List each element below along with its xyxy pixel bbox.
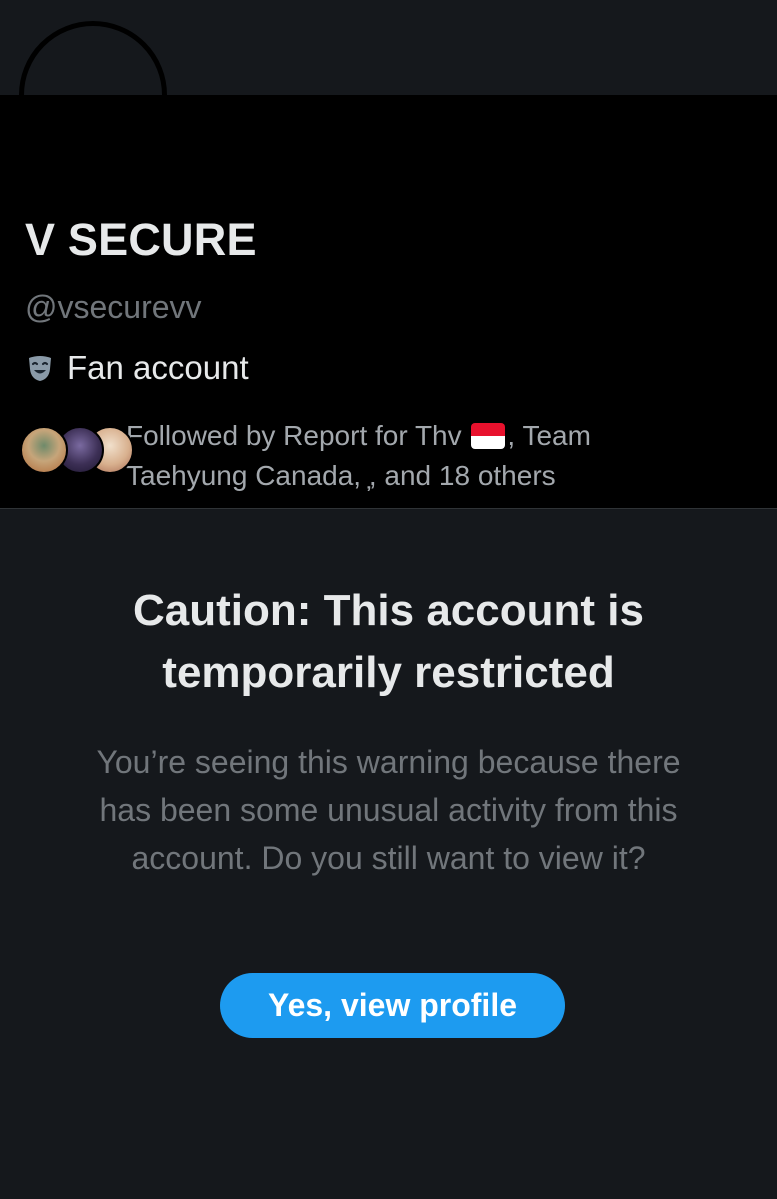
section-divider bbox=[0, 508, 777, 509]
theater-mask-icon bbox=[29, 356, 51, 381]
warning-message: You’re seeing this warning because there… bbox=[96, 744, 681, 876]
view-profile-button[interactable]: Yes, view profile bbox=[220, 973, 565, 1038]
followed-by-text[interactable]: Followed by Report for Thv , Team Taehyu… bbox=[126, 416, 746, 496]
profile-bio: Fan account bbox=[25, 349, 249, 387]
profile-avatar[interactable] bbox=[19, 21, 167, 169]
warning-title: Caution: This account is temporarily res… bbox=[133, 586, 644, 697]
follower-avatar[interactable] bbox=[20, 426, 68, 474]
restriction-warning: Caution: This account is temporarily res… bbox=[0, 580, 777, 882]
followed-by-line2: Taehyung Canada, ̦, and 18 others bbox=[126, 460, 556, 491]
followed-by-suffix: , Team bbox=[507, 420, 591, 451]
indonesia-flag-icon bbox=[471, 423, 506, 449]
profile-display-name: V SECURE bbox=[25, 214, 257, 265]
profile-handle: @vsecurevv bbox=[25, 289, 202, 325]
bio-text: Fan account bbox=[67, 349, 249, 386]
followed-by-prefix: Followed by Report for Thv bbox=[126, 420, 462, 451]
follower-avatars[interactable] bbox=[20, 426, 134, 478]
